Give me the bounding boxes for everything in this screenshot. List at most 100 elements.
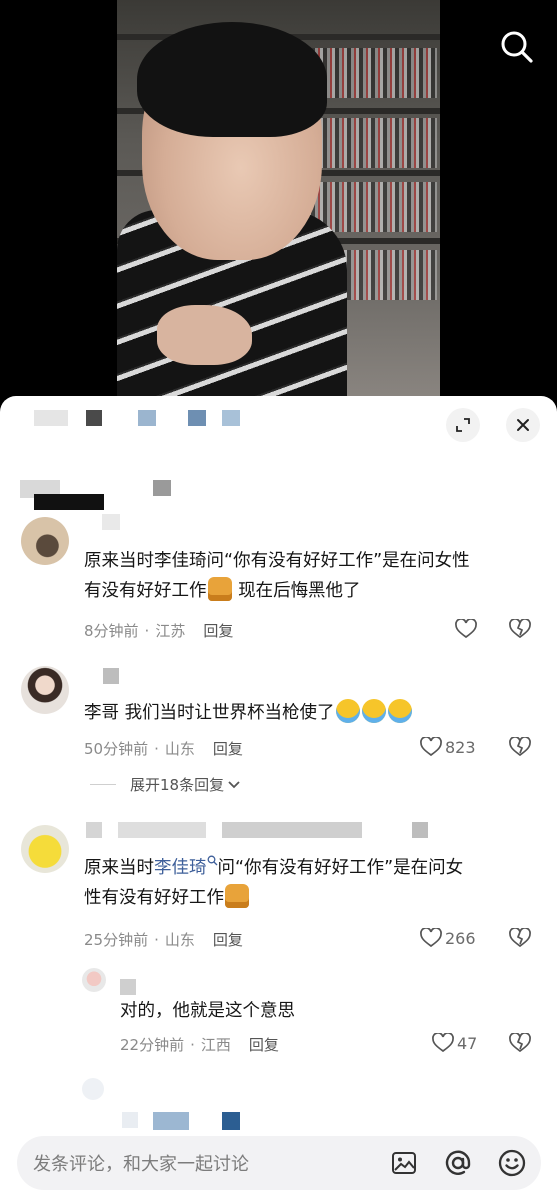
avatar[interactable]	[21, 517, 69, 565]
comment-text-line: 有没有好好工作 现在后悔黑他了	[84, 576, 544, 606]
separator-dot: ·	[190, 1035, 195, 1054]
avatar	[82, 1078, 104, 1100]
bear-emoji-icon	[225, 884, 249, 908]
comment-input-bar: 发条评论，和大家一起讨论	[17, 1136, 541, 1190]
comment-location: 山东	[164, 931, 195, 949]
at-icon	[445, 1150, 471, 1175]
broken-heart-icon	[509, 1032, 531, 1053]
close-icon	[517, 419, 529, 431]
emoji-button[interactable]	[497, 1148, 527, 1178]
crying-emoji-icon	[387, 699, 412, 723]
comment-location: 江西	[200, 1036, 231, 1054]
heart-icon	[432, 1033, 454, 1053]
avatar[interactable]	[21, 666, 69, 714]
comment-location: 山东	[164, 740, 195, 758]
expand-replies-button[interactable]: 展开18条回复	[90, 774, 241, 795]
comment-time: 22分钟前	[120, 1036, 185, 1054]
comment-text-part: 李哥 我们当时让世界杯当枪使了	[84, 703, 335, 723]
comment-text-line: 原来当时李佳琦问“你有没有好好工作”是在问女性	[84, 551, 470, 571]
comment-text: 原来当时李佳琦 问“你有没有好好工作”是在问女 性有没有好好工作	[84, 853, 544, 913]
comment-text-part: 有没有好好工作	[84, 581, 207, 601]
search-icon	[501, 31, 533, 63]
expand-button[interactable]	[446, 408, 480, 442]
close-button[interactable]	[506, 408, 540, 442]
reply-button[interactable]: 回复	[203, 620, 233, 641]
expand-icon	[456, 418, 470, 432]
comments-panel: 原来当时李佳琦问“你有没有好好工作”是在问女性 有没有好好工作 现在后悔黑他了 …	[0, 396, 557, 1200]
like-count: 823	[445, 737, 476, 757]
bear-emoji-icon	[207, 577, 232, 601]
like-button[interactable]: 823	[420, 737, 476, 757]
comment-text: 原来当时李佳琦问“你有没有好好工作”是在问女性 有没有好好工作 现在后悔黑他了	[84, 546, 544, 606]
like-count: 47	[457, 1033, 478, 1053]
comment-meta: 22分钟前 · 江西 回复	[120, 1034, 279, 1055]
crying-emoji-icon	[361, 699, 386, 723]
blurred-username	[86, 822, 102, 838]
separator-dot: ·	[154, 930, 159, 949]
blurred-section	[102, 514, 120, 530]
blurred-username	[122, 1112, 138, 1128]
blurred-username	[118, 822, 206, 838]
blurred-username	[153, 1112, 189, 1130]
separator-dot: ·	[144, 621, 150, 640]
person-hand	[157, 305, 252, 365]
comment-meta: 25分钟前 · 山东 回复	[84, 929, 243, 950]
emoji-icon	[498, 1149, 526, 1177]
divider-line	[90, 784, 116, 785]
heart-icon	[420, 928, 442, 948]
person-hair	[137, 22, 327, 137]
comment-text-part: 原来当时	[84, 858, 154, 878]
dislike-button[interactable]	[509, 927, 531, 952]
blurred-title	[34, 410, 68, 426]
like-button[interactable]	[455, 619, 480, 639]
chevron-down-icon	[228, 780, 240, 788]
reply-button[interactable]: 回复	[213, 929, 243, 950]
blurred-username	[412, 822, 428, 838]
comment-time: 8分钟前	[84, 622, 139, 640]
comment-text: 李哥 我们当时让世界杯当枪使了	[84, 698, 544, 728]
comment-location: 江苏	[155, 622, 186, 640]
comment-input[interactable]: 发条评论，和大家一起讨论	[33, 1150, 389, 1176]
comment-time: 50分钟前	[84, 740, 149, 758]
comment-text-part: 性有没有好好工作	[84, 888, 224, 908]
dislike-button[interactable]	[509, 736, 531, 761]
comment-text-part: 对的，他就是这个意思	[120, 1001, 295, 1021]
avatar[interactable]	[82, 968, 106, 992]
broken-heart-icon	[509, 927, 531, 948]
comment-text-part: 问“你有没有好好工作”是在问女	[217, 858, 464, 878]
separator-dot: ·	[154, 739, 159, 758]
blurred-section	[34, 494, 104, 510]
reply-button[interactable]: 回复	[249, 1034, 279, 1055]
comment-time: 25分钟前	[84, 931, 149, 949]
comment-text-part: 现在后悔黑他了	[232, 581, 361, 601]
comment-text-line: 原来当时李佳琦 问“你有没有好好工作”是在问女	[84, 853, 544, 883]
avatar[interactable]	[21, 825, 69, 873]
mention-button[interactable]	[443, 1148, 473, 1178]
like-button[interactable]: 266	[420, 928, 476, 948]
comment-meta: 8分钟前 · 江苏 回复	[84, 620, 233, 641]
blurred-username	[103, 668, 119, 684]
broken-heart-icon	[509, 618, 531, 639]
search-small-icon	[207, 855, 217, 866]
like-button[interactable]: 47	[432, 1033, 477, 1053]
heart-icon	[420, 737, 442, 757]
blurred-title	[222, 410, 240, 426]
video-player[interactable]	[0, 0, 557, 400]
blurred-title	[86, 410, 102, 426]
comment-text: 对的，他就是这个意思	[120, 996, 540, 1026]
image-icon	[392, 1152, 416, 1174]
mention-link[interactable]: 李佳琦	[154, 858, 207, 878]
search-button[interactable]	[496, 26, 538, 68]
like-count: 266	[445, 928, 476, 948]
dislike-button[interactable]	[509, 618, 531, 643]
expand-replies-label: 展开18条回复	[130, 776, 225, 794]
reply-button[interactable]: 回复	[213, 738, 243, 759]
heart-icon	[455, 619, 477, 639]
comment-text-line: 性有没有好好工作	[84, 883, 544, 913]
broken-heart-icon	[509, 736, 531, 757]
blurred-username	[120, 979, 136, 995]
dislike-button[interactable]	[509, 1032, 531, 1057]
video-frame	[117, 0, 440, 400]
image-button[interactable]	[389, 1148, 419, 1178]
blurred-username	[222, 1112, 240, 1130]
